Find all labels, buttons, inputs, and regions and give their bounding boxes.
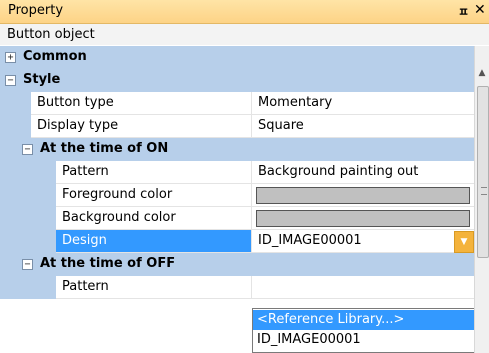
scroll-up-icon[interactable]: ▲: [477, 68, 487, 80]
category-off[interactable]: − At the time of OFF: [0, 253, 474, 276]
property-value-text: Square: [258, 118, 304, 133]
row-gutter: [0, 230, 56, 253]
color-swatch[interactable]: [256, 187, 470, 204]
scroll-thumb[interactable]: [477, 86, 489, 258]
row-gutter: [0, 161, 56, 184]
row-gutter: [0, 115, 31, 138]
collapse-icon[interactable]: −: [5, 75, 16, 86]
property-value-text: ID_IMAGE00001: [258, 233, 362, 248]
property-row-button-type[interactable]: Button type Momentary: [0, 92, 474, 115]
property-name-text: Pattern: [62, 164, 109, 179]
property-value[interactable]: Background painting out: [252, 161, 474, 184]
vertical-scrollbar[interactable]: ▲: [474, 46, 489, 353]
property-value[interactable]: Momentary: [252, 92, 474, 115]
object-name: Button object: [7, 27, 95, 42]
category-label: Style: [23, 72, 61, 87]
category-label: At the time of ON: [40, 141, 169, 156]
property-row-on-pattern[interactable]: Pattern Background painting out: [0, 161, 474, 184]
color-swatch[interactable]: [256, 210, 470, 227]
dropdown-option[interactable]: ID_IMAGE00001: [253, 330, 475, 350]
property-name: Pattern: [56, 161, 252, 184]
property-name-text: Button type: [37, 95, 114, 110]
collapse-icon[interactable]: −: [22, 144, 33, 155]
property-value-text: Momentary: [258, 95, 333, 110]
dropdown-option-label: <Reference Library...>: [257, 312, 405, 327]
close-icon[interactable]: ✕: [474, 2, 486, 18]
panel-title: Property: [8, 3, 64, 18]
expand-icon[interactable]: +: [5, 52, 16, 63]
property-row-off-pattern[interactable]: Pattern: [0, 276, 474, 299]
property-name: Foreground color: [56, 184, 252, 207]
property-value-text: Background painting out: [258, 164, 419, 179]
property-name: Button type: [31, 92, 252, 115]
property-name-text: Display type: [37, 118, 119, 133]
property-name: Pattern: [56, 276, 252, 299]
grip-icon: [481, 187, 487, 195]
property-value[interactable]: Square: [252, 115, 474, 138]
property-panel-titlebar: Property ㅍ ✕: [0, 0, 489, 24]
property-name-text: Foreground color: [62, 187, 173, 202]
design-dropdown-list[interactable]: <Reference Library...> ID_IMAGE00001: [252, 308, 476, 353]
category-style[interactable]: − Style: [0, 69, 474, 92]
dropdown-option-label: ID_IMAGE00001: [257, 332, 361, 347]
property-value[interactable]: [252, 207, 474, 230]
property-grid: + Common − Style Button type Momentary D…: [0, 46, 474, 353]
dropdown-option[interactable]: <Reference Library...>: [253, 310, 475, 330]
property-row-display-type[interactable]: Display type Square: [0, 115, 474, 138]
property-name-text: Pattern: [62, 279, 109, 294]
row-gutter: [0, 207, 56, 230]
category-label: Common: [23, 49, 87, 64]
property-name: Background color: [56, 207, 252, 230]
property-name: Display type: [31, 115, 252, 138]
category-label: At the time of OFF: [40, 256, 176, 271]
pin-icon[interactable]: ㅍ: [458, 3, 469, 20]
row-gutter: [0, 276, 56, 299]
property-row-on-foreground-color[interactable]: Foreground color: [0, 184, 474, 207]
property-value[interactable]: [252, 184, 474, 207]
property-name-text: Background color: [62, 210, 176, 225]
collapse-icon[interactable]: −: [22, 259, 33, 270]
property-name-text: Design: [62, 233, 107, 248]
category-on[interactable]: − At the time of ON: [0, 138, 474, 161]
design-combobox[interactable]: ID_IMAGE00001 ▼: [252, 230, 474, 253]
property-row-on-design[interactable]: Design ID_IMAGE00001 ▼: [0, 230, 474, 253]
category-common[interactable]: + Common: [0, 46, 474, 69]
property-name: Design: [56, 230, 252, 253]
object-name-bar: Button object: [0, 24, 489, 45]
property-value[interactable]: [252, 276, 474, 299]
dropdown-arrow-icon[interactable]: ▼: [454, 231, 474, 253]
row-gutter: [0, 92, 31, 115]
property-row-on-background-color[interactable]: Background color: [0, 207, 474, 230]
row-gutter: [0, 184, 56, 207]
